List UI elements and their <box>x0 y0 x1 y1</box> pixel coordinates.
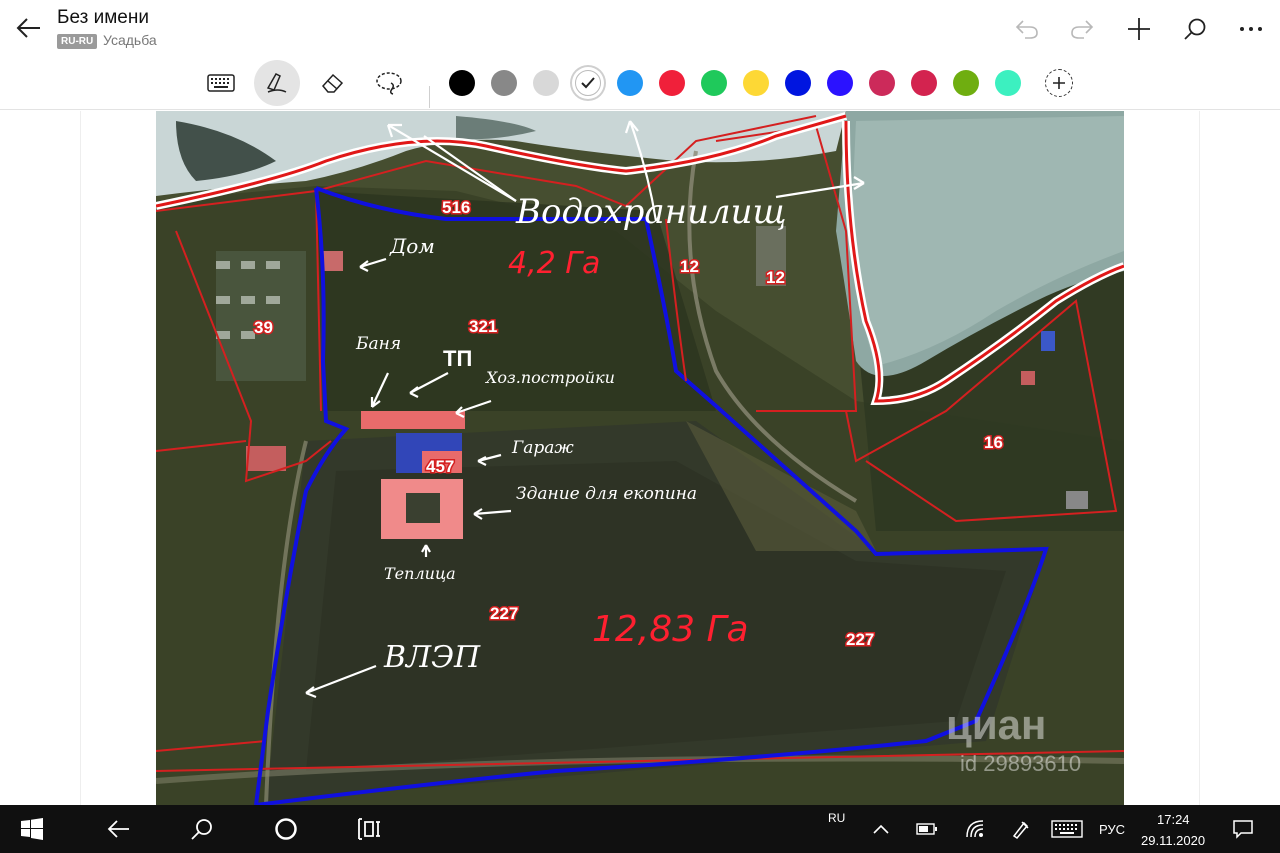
document-title: Без имени <box>57 7 149 28</box>
pen-workspace-icon <box>1012 821 1029 839</box>
windows-logo-icon <box>21 818 43 840</box>
back-arrow-icon <box>107 820 129 838</box>
annotation-building: Здание для екопина <box>516 484 697 504</box>
annotation-garage: Гараж <box>511 438 574 458</box>
annotation-greenhouse: Теплица <box>384 564 456 583</box>
search-icon <box>1184 18 1206 40</box>
add-color-button[interactable] <box>1045 69 1073 97</box>
color-swatch-4[interactable] <box>617 70 643 96</box>
color-swatch-5[interactable] <box>659 70 685 96</box>
show-hidden-icons-button[interactable] <box>866 805 896 853</box>
color-swatch-10[interactable] <box>869 70 895 96</box>
ink-toolbar <box>0 58 1280 110</box>
redo-icon <box>1071 20 1094 39</box>
cortana-button[interactable] <box>262 805 310 853</box>
plus-icon <box>1128 18 1150 40</box>
annotation-outbuildings: Хоз.постройки <box>484 368 615 387</box>
color-swatch-7[interactable] <box>743 70 769 96</box>
wifi-icon <box>966 820 984 838</box>
parcel-label-39: 39 <box>254 318 273 337</box>
clock-date[interactable]: 29.11.2020 <box>1141 833 1205 848</box>
app-window: Без имени RU-RU Усадьба 516 12 12 39 321… <box>0 0 1280 853</box>
touch-keyboard-button[interactable] <box>1048 805 1086 853</box>
parcel-label-227b: 227 <box>846 630 874 649</box>
watermark-id: id 29893610 <box>960 751 1081 776</box>
map-svg: 516 12 12 39 321 457 227 227 16 Водохран… <box>156 111 1124 805</box>
parcel-label-227: 227 <box>490 604 518 623</box>
notebook-name: Усадьба <box>103 32 157 48</box>
search-icon <box>191 819 212 840</box>
battery-icon <box>916 823 937 835</box>
color-swatch-8[interactable] <box>785 70 811 96</box>
annotation-tp: ТП <box>443 346 472 371</box>
input-language-small: RU <box>828 811 846 825</box>
keyboard-icon <box>1051 820 1083 838</box>
task-view-icon <box>358 818 380 840</box>
annotation-area-4-2: 4,2 Га <box>508 246 600 281</box>
parcel-label-12b: 12 <box>766 268 785 287</box>
back-arrow-icon <box>16 18 40 38</box>
annotation-bath: Баня <box>355 334 401 354</box>
input-language[interactable]: РУС <box>1099 822 1125 837</box>
cortana-circle-icon <box>275 818 297 840</box>
back-button[interactable] <box>10 10 46 46</box>
more-button[interactable] <box>1234 12 1268 46</box>
color-swatch-2[interactable] <box>533 70 559 96</box>
color-swatch-6[interactable] <box>701 70 727 96</box>
more-icon <box>1240 27 1262 31</box>
undo-icon <box>1015 20 1038 39</box>
battery-button[interactable] <box>912 805 942 853</box>
lasso-icon <box>376 72 402 95</box>
notification-icon <box>1233 820 1253 839</box>
color-swatch-13[interactable] <box>995 70 1021 96</box>
parcel-label-321: 321 <box>469 317 497 336</box>
eraser-icon <box>322 73 344 93</box>
plus-icon <box>1053 77 1065 89</box>
chevron-up-icon <box>873 824 889 834</box>
redo-button[interactable] <box>1065 12 1099 46</box>
color-swatch-3[interactable] <box>575 70 601 96</box>
parcel-label-16: 16 <box>984 433 1003 452</box>
eraser-tool-button[interactable] <box>310 60 356 106</box>
keyboard-tool-button[interactable] <box>198 60 244 106</box>
color-swatch-1[interactable] <box>491 70 517 96</box>
pen-icon <box>266 73 287 93</box>
cadastral-map-image: 516 12 12 39 321 457 227 227 16 Водохран… <box>156 111 1124 805</box>
parcel-label-12: 12 <box>680 257 699 276</box>
checkmark-icon <box>581 77 595 89</box>
annotation-area-12-83: 12,83 Га <box>592 609 749 650</box>
clock-time[interactable]: 17:24 <box>1157 812 1190 827</box>
color-swatch-9[interactable] <box>827 70 853 96</box>
lasso-tool-button[interactable] <box>366 60 412 106</box>
language-badge: RU-RU <box>57 34 98 49</box>
action-center-button[interactable] <box>1226 805 1260 853</box>
taskbar-back-button[interactable] <box>94 805 142 853</box>
search-button[interactable] <box>1178 12 1212 46</box>
parcel-label-457: 457 <box>426 457 454 476</box>
title-bar: Без имени RU-RU Усадьба <box>0 0 1280 58</box>
annotation-vlep: ВЛЭП <box>383 640 481 675</box>
color-swatch-0[interactable] <box>449 70 475 96</box>
annotation-house: Дом <box>389 234 435 258</box>
watermark-text: циан <box>946 701 1046 748</box>
color-swatch-11[interactable] <box>911 70 937 96</box>
windows-taskbar: RU РУС 17:24 29.11.2020 <box>0 805 1280 853</box>
task-view-button[interactable] <box>346 805 394 853</box>
parcel-label-516: 516 <box>442 198 470 217</box>
keyboard-icon <box>207 74 235 92</box>
toolbar-separator <box>429 86 430 108</box>
pen-workspace-button[interactable] <box>1006 805 1036 853</box>
note-canvas[interactable]: 516 12 12 39 321 457 227 227 16 Водохран… <box>0 111 1280 805</box>
undo-button[interactable] <box>1010 12 1044 46</box>
add-page-button[interactable] <box>1122 12 1156 46</box>
color-swatch-12[interactable] <box>953 70 979 96</box>
start-button[interactable] <box>8 805 56 853</box>
wifi-button[interactable] <box>960 805 990 853</box>
pen-tool-button[interactable] <box>254 60 300 106</box>
taskbar-search-button[interactable] <box>178 805 226 853</box>
